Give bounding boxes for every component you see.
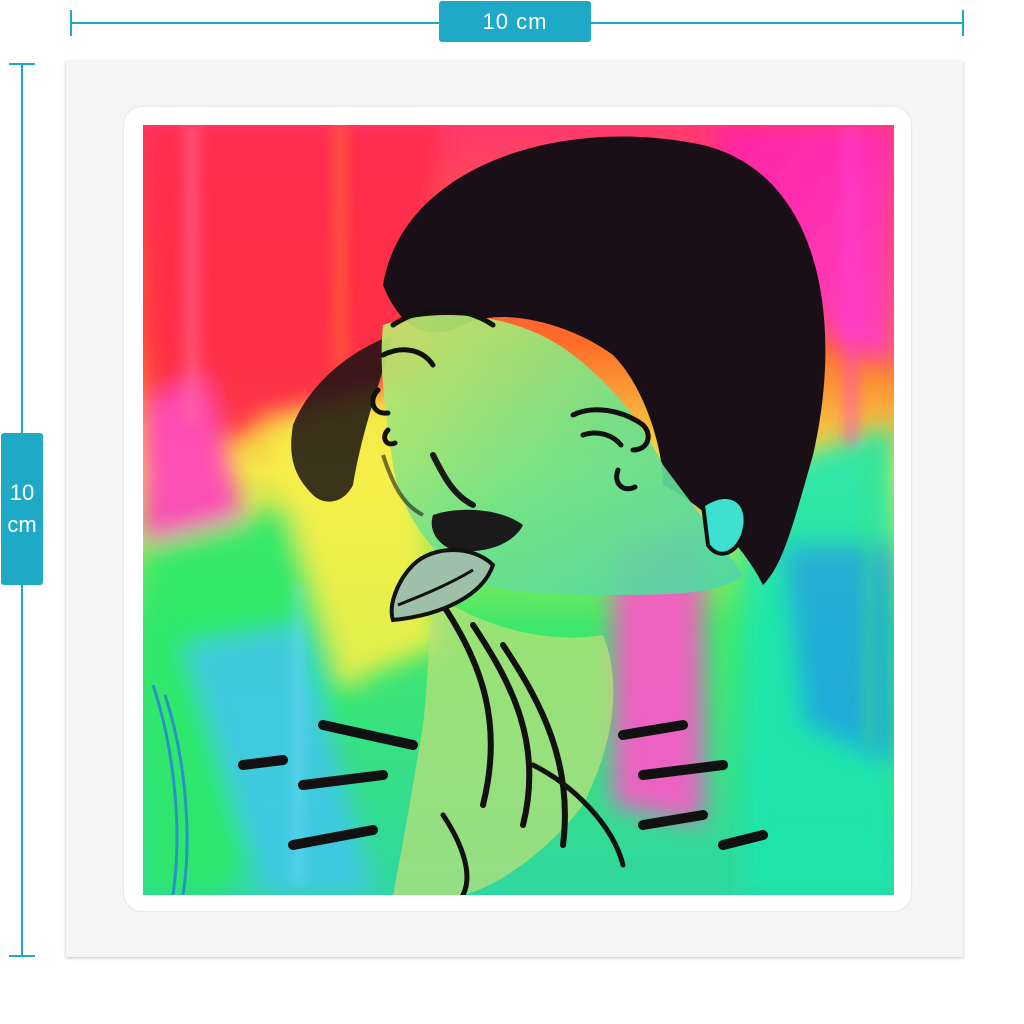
width-dimension-tick-right	[962, 10, 964, 36]
width-dimension-label: 10 cm	[439, 1, 591, 42]
height-dimension-label: 10 cm	[1, 433, 43, 585]
artwork-painting	[143, 125, 894, 895]
sticker-mount	[124, 107, 911, 911]
height-dimension-unit: cm	[7, 512, 37, 537]
width-dimension-tick-left	[70, 10, 72, 36]
height-dimension-tick-bottom	[9, 955, 35, 957]
height-dimension-tick-top	[9, 63, 35, 65]
print-card	[66, 61, 963, 957]
height-dimension-value: 10	[9, 480, 35, 505]
artwork-image	[143, 125, 894, 895]
